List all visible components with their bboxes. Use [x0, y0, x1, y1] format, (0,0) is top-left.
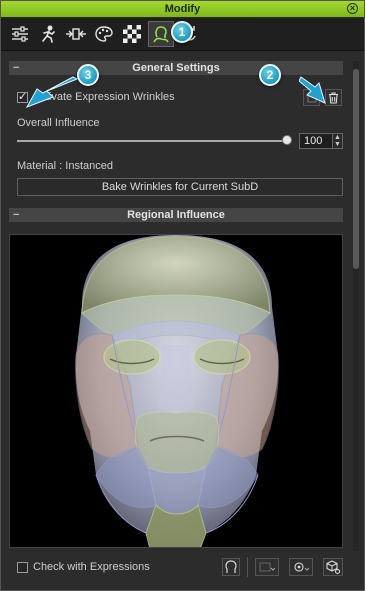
divider [247, 557, 248, 577]
panel-scrollbar[interactable] [353, 61, 359, 551]
head-outline-icon [225, 560, 237, 573]
overall-influence-label: Overall Influence [17, 117, 100, 129]
bake-wrinkles-button[interactable]: Bake Wrinkles for Current SubD [17, 178, 343, 196]
modify-window: Modify × 1 − General Settings ✓ Activate… [0, 0, 365, 591]
overall-influence-value[interactable]: 100 [299, 133, 333, 149]
titlebar: Modify × [1, 1, 364, 17]
face-region-map [75, 235, 279, 547]
regional-influence-viewport[interactable] [9, 234, 343, 548]
trash-icon [329, 91, 338, 104]
callout-arrow-3 [25, 76, 79, 108]
cube-settings-button[interactable] [323, 558, 343, 576]
section-title: General Settings [132, 62, 220, 74]
head-outline-button[interactable] [222, 558, 240, 576]
stretch-icon[interactable] [63, 21, 89, 47]
overall-influence-slider-knob[interactable] [282, 135, 292, 145]
window-title: Modify [164, 3, 201, 15]
general-settings-header[interactable]: − General Settings [9, 61, 343, 75]
footer-bar: Check with Expressions [1, 555, 364, 591]
palette-icon[interactable] [91, 21, 117, 47]
display-mode-icon [259, 562, 275, 572]
display-mode-dropdown[interactable] [255, 558, 279, 576]
collapse-icon[interactable]: − [13, 208, 19, 222]
motion-icon[interactable] [35, 21, 61, 47]
sliders-icon[interactable] [7, 21, 33, 47]
regional-influence-header[interactable]: − Regional Influence [9, 208, 343, 222]
callout-badge-1: 1 [171, 21, 193, 43]
section-title: Regional Influence [127, 209, 225, 221]
overall-influence-spinner[interactable]: ▲ ▼ [332, 133, 343, 149]
head-icon[interactable] [148, 21, 174, 47]
collapse-icon[interactable]: − [13, 61, 19, 75]
target-dropdown[interactable] [289, 558, 313, 576]
cube-settings-icon [326, 560, 340, 574]
target-icon [294, 562, 309, 572]
check-with-expressions-checkbox[interactable] [17, 562, 28, 573]
callout-arrow-2 [299, 76, 326, 104]
callout-badge-3: 3 [77, 64, 99, 86]
close-icon[interactable]: × [347, 3, 358, 14]
scrollbar-thumb[interactable] [353, 69, 359, 269]
overall-influence-slider[interactable] [17, 140, 289, 142]
check-with-expressions-label: Check with Expressions [33, 561, 150, 573]
checker-icon[interactable] [119, 21, 145, 47]
material-label: Material : Instanced [17, 160, 113, 172]
callout-badge-2: 2 [259, 64, 281, 86]
